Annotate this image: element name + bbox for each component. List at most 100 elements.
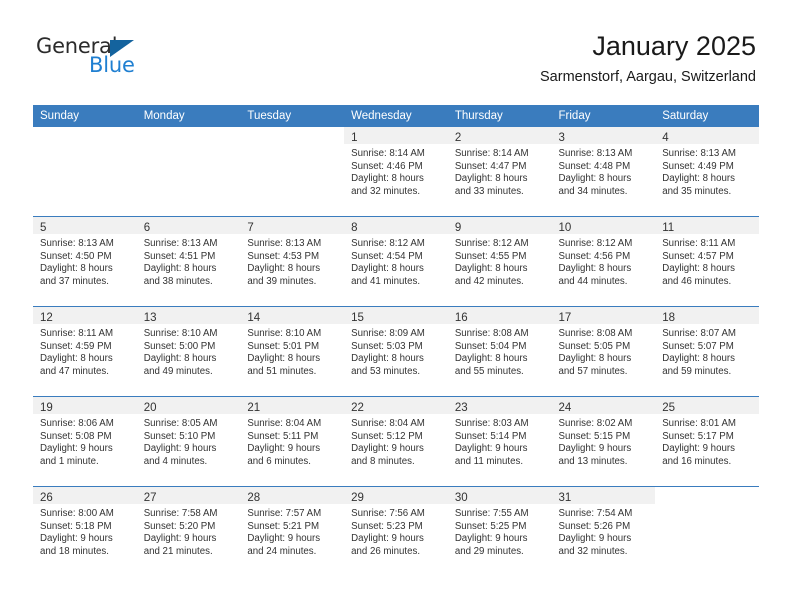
calendar-day-cell[interactable]: 27 Sunrise: 7:58 AM Sunset: 5:20 PM Dayligh… — [136, 486, 241, 576]
sunset-text: Sunset: 5:03 PM — [351, 340, 423, 352]
calendar-day-cell[interactable]: 16 Sunrise: 8:08 AM Sunset: 5:04 PM Dayligh… — [447, 306, 552, 397]
day-cell-inner: 5 Sunrise: 8:13 AM Sunset: 4:50 PM Daylight… — [33, 217, 137, 306]
calendar-day-cell[interactable]: 9 Sunrise: 8:12 AM Sunset: 4:55 PM Daylight… — [447, 216, 552, 307]
day-cell-body: Sunrise: 8:00 AM Sunset: 5:18 PM Daylight:… — [33, 504, 137, 558]
day-cell-inner: 17 Sunrise: 8:08 AM Sunset: 5:05 PM Dayligh… — [551, 307, 656, 396]
calendar-day-cell[interactable]: 5 Sunrise: 8:13 AM Sunset: 4:50 PM Daylight… — [33, 216, 137, 307]
calendar-day-cell[interactable]: 17 Sunrise: 8:08 AM Sunset: 5:05 PM Dayligh… — [551, 306, 656, 397]
day-number-band: 29 — [344, 487, 448, 504]
day-cell-body: Sunrise: 7:55 AM Sunset: 5:25 PM Daylight:… — [448, 504, 552, 558]
day-cell-inner: 15 Sunrise: 8:09 AM Sunset: 5:03 PM Dayligh… — [344, 307, 448, 396]
day-cell-body: Sunrise: 8:11 AM Sunset: 4:59 PM Daylight:… — [33, 324, 137, 378]
calendar-day-cell[interactable]: 12 Sunrise: 8:11 AM Sunset: 4:59 PM Dayligh… — [33, 306, 137, 397]
day-number: 24 — [558, 402, 572, 414]
daylight-text-line1: Daylight: 8 hours — [143, 353, 217, 365]
calendar-day-cell[interactable]: 15 Sunrise: 8:09 AM Sunset: 5:03 PM Dayligh… — [344, 306, 448, 397]
sunset-text: Sunset: 4:51 PM — [143, 250, 216, 262]
daylight-text-line2: and 26 minutes. — [351, 545, 421, 557]
day-number-band: 1 — [344, 127, 448, 144]
day-number-band: 3 — [551, 127, 656, 144]
sunset-text: Sunset: 4:55 PM — [454, 250, 527, 262]
sunrise-text: Sunrise: 7:54 AM — [558, 508, 633, 519]
day-number-band: 7 — [240, 217, 345, 234]
daylight-text-line2: and 38 minutes. — [143, 275, 213, 287]
calendar-week-row: 12 Sunrise: 8:11 AM Sunset: 4:59 PM Dayligh… — [33, 306, 759, 397]
calendar-day-cell[interactable]: 6 Sunrise: 8:13 AM Sunset: 4:51 PM Daylight… — [136, 216, 241, 307]
day-number: 12 — [40, 312, 53, 324]
sunrise-text: Sunrise: 7:55 AM — [454, 508, 529, 519]
calendar-day-cell[interactable]: 4 Sunrise: 8:13 AM Sunset: 4:49 PM Daylight… — [655, 127, 759, 217]
daylight-text-line1: Daylight: 9 hours — [558, 443, 632, 455]
sunrise-text: Sunrise: 8:08 AM — [454, 328, 529, 339]
calendar-day-cell[interactable]: 30 Sunrise: 7:55 AM Sunset: 5:25 PM Dayligh… — [447, 486, 552, 576]
calendar-day-cell[interactable]: 19 Sunrise: 8:06 AM Sunset: 5:08 PM Dayligh… — [33, 396, 137, 487]
calendar-day-cell[interactable]: 13 Sunrise: 8:10 AM Sunset: 5:00 PM Dayligh… — [136, 306, 241, 397]
calendar-day-cell[interactable]: 7 Sunrise: 8:13 AM Sunset: 4:53 PM Daylight… — [240, 216, 345, 307]
day-cell-body: Sunrise: 8:14 AM Sunset: 4:46 PM Daylight:… — [344, 144, 448, 198]
calendar-day-cell[interactable]: 3 Sunrise: 8:13 AM Sunset: 4:48 PM Daylight… — [551, 127, 656, 217]
sunset-text: Sunset: 4:53 PM — [247, 250, 320, 262]
sunrise-text: Sunrise: 8:05 AM — [143, 418, 218, 429]
sunset-text: Sunset: 5:18 PM — [40, 520, 112, 532]
calendar-day-cell[interactable]: 11 Sunrise: 8:11 AM Sunset: 4:57 PM Dayligh… — [655, 216, 759, 307]
daylight-text-line2: and 55 minutes. — [454, 365, 524, 377]
daylight-text-line2: and 46 minutes. — [662, 275, 732, 287]
daylight-text-line1: Daylight: 9 hours — [454, 533, 528, 545]
calendar-day-cell[interactable] — [136, 127, 241, 217]
calendar-day-cell[interactable]: 8 Sunrise: 8:12 AM Sunset: 4:54 PM Daylight… — [344, 216, 448, 307]
weekday-header-sunday: Sunday — [33, 105, 137, 127]
calendar-day-cell[interactable] — [655, 486, 759, 576]
daylight-text-line1: Daylight: 8 hours — [662, 173, 735, 185]
title-block: January 2025 Sarmenstorf, Aargau, Switze… — [540, 30, 756, 86]
daylight-text-line2: and 16 minutes. — [662, 455, 732, 467]
calendar-day-cell[interactable]: 22 Sunrise: 8:04 AM Sunset: 5:12 PM Dayligh… — [344, 396, 448, 487]
daylight-text-line2: and 32 minutes. — [558, 545, 628, 557]
general-blue-logo: General Blue — [36, 36, 156, 84]
sunset-text: Sunset: 4:46 PM — [351, 160, 423, 172]
day-cell-body: Sunrise: 8:03 AM Sunset: 5:14 PM Daylight:… — [448, 414, 552, 468]
sunrise-text: Sunrise: 8:11 AM — [40, 328, 114, 339]
calendar-day-cell[interactable]: 10 Sunrise: 8:12 AM Sunset: 4:56 PM Dayligh… — [551, 216, 656, 307]
weekday-header-thursday: Thursday — [447, 105, 552, 127]
day-number: 25 — [662, 402, 676, 414]
calendar-day-cell[interactable]: 23 Sunrise: 8:03 AM Sunset: 5:14 PM Dayligh… — [447, 396, 552, 487]
daylight-text-line1: Daylight: 8 hours — [40, 353, 113, 365]
sunset-text: Sunset: 5:17 PM — [662, 430, 734, 442]
page-header: General Blue January 2025 Sarmenstorf, A… — [0, 0, 792, 100]
day-cell-body: Sunrise: 8:12 AM Sunset: 4:56 PM Daylight:… — [552, 234, 656, 288]
calendar-body: 1 Sunrise: 8:14 AM Sunset: 4:46 PM Daylight… — [33, 127, 759, 576]
calendar-day-cell[interactable] — [240, 127, 345, 217]
calendar-day-cell[interactable] — [33, 127, 137, 217]
daylight-text-line1: Daylight: 9 hours — [247, 533, 321, 545]
calendar-day-cell[interactable]: 18 Sunrise: 8:07 AM Sunset: 5:07 PM Dayligh… — [655, 306, 759, 397]
sunset-text: Sunset: 4:57 PM — [662, 250, 734, 262]
calendar-week-row: 19 Sunrise: 8:06 AM Sunset: 5:08 PM Dayligh… — [33, 396, 759, 487]
day-number: 21 — [247, 402, 261, 414]
calendar-day-cell[interactable]: 1 Sunrise: 8:14 AM Sunset: 4:46 PM Daylight… — [344, 127, 448, 217]
daylight-text-line2: and 39 minutes. — [247, 275, 317, 287]
calendar-day-cell[interactable]: 29 Sunrise: 7:56 AM Sunset: 5:23 PM Dayligh… — [344, 486, 448, 576]
day-number: 26 — [40, 492, 53, 504]
calendar-day-cell[interactable]: 26 Sunrise: 8:00 AM Sunset: 5:18 PM Dayligh… — [33, 486, 137, 576]
day-number: 23 — [454, 402, 468, 414]
day-cell-inner: 28 Sunrise: 7:57 AM Sunset: 5:21 PM Dayligh… — [240, 487, 345, 576]
calendar-day-cell[interactable]: 28 Sunrise: 7:57 AM Sunset: 5:21 PM Dayligh… — [240, 486, 345, 576]
day-number: 11 — [662, 222, 675, 234]
calendar-day-cell[interactable]: 14 Sunrise: 8:10 AM Sunset: 5:01 PM Dayligh… — [240, 306, 345, 397]
day-number-band: 5 — [33, 217, 137, 234]
day-number-band: 13 — [136, 307, 241, 324]
calendar-day-cell[interactable]: 31 Sunrise: 7:54 AM Sunset: 5:26 PM Dayligh… — [551, 486, 656, 576]
calendar-day-cell[interactable]: 25 Sunrise: 8:01 AM Sunset: 5:17 PM Dayligh… — [655, 396, 759, 487]
sunset-text: Sunset: 4:59 PM — [40, 340, 112, 352]
sunrise-text: Sunrise: 7:58 AM — [143, 508, 218, 519]
calendar-day-cell[interactable]: 21 Sunrise: 8:04 AM Sunset: 5:11 PM Dayligh… — [240, 396, 345, 487]
calendar-week-row: 26 Sunrise: 8:00 AM Sunset: 5:18 PM Dayligh… — [33, 486, 759, 576]
day-number: 8 — [351, 222, 358, 234]
calendar-week-row: 5 Sunrise: 8:13 AM Sunset: 4:50 PM Daylight… — [33, 216, 759, 307]
calendar-day-cell[interactable]: 2 Sunrise: 8:14 AM Sunset: 4:47 PM Daylight… — [447, 127, 552, 217]
daylight-text-line2: and 51 minutes. — [247, 365, 317, 377]
calendar-day-cell[interactable]: 24 Sunrise: 8:02 AM Sunset: 5:15 PM Dayligh… — [551, 396, 656, 487]
sunrise-text: Sunrise: 8:02 AM — [558, 418, 633, 429]
day-cell-inner: 9 Sunrise: 8:12 AM Sunset: 4:55 PM Daylight… — [447, 217, 552, 306]
calendar-day-cell[interactable]: 20 Sunrise: 8:05 AM Sunset: 5:10 PM Dayligh… — [136, 396, 241, 487]
